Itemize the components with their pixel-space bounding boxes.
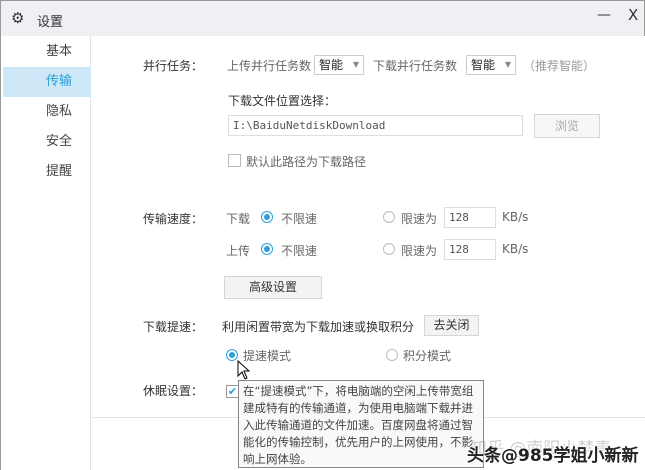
title-bar: ⚙ 设置 — X xyxy=(0,0,645,36)
upload-speed-label: 上传 xyxy=(226,244,251,258)
sidebar-item-privacy[interactable]: 隐私 xyxy=(3,97,91,127)
location-label: 下载文件位置选择： xyxy=(228,94,337,108)
download-limit-input[interactable]: 128 xyxy=(444,207,496,228)
default-path-checkbox[interactable] xyxy=(228,154,241,167)
speed-label: 传输速度： xyxy=(143,212,204,226)
boost-description: 利用闲置带宽为下载加速或换取积分 xyxy=(222,320,415,334)
sidebar-item-security[interactable]: 安全 xyxy=(3,127,91,157)
sidebar-item-reminder[interactable]: 提醒 xyxy=(3,157,91,187)
parallel-label: 并行任务： xyxy=(143,59,204,73)
close-boost-button[interactable]: 去关闭 xyxy=(424,315,479,336)
upload-parallel-label: 上传并行任务数 xyxy=(227,59,312,73)
minimize-button[interactable]: — xyxy=(597,7,611,23)
download-unlimited-label: 不限速 xyxy=(281,212,318,226)
watermark-toutiao: 头条@985学姐小新新 xyxy=(467,446,639,466)
download-parallel-value: 智能 xyxy=(471,58,496,72)
advanced-settings-button[interactable]: 高级设置 xyxy=(224,276,322,299)
points-mode-radio[interactable] xyxy=(386,349,398,361)
download-parallel-select[interactable]: 智能 ▼ xyxy=(466,55,516,75)
window-title: 设置 xyxy=(37,15,64,30)
close-button[interactable]: X xyxy=(628,6,638,24)
boost-label: 下载提速： xyxy=(143,320,204,334)
upload-parallel-value: 智能 xyxy=(319,58,344,72)
points-mode-label: 积分模式 xyxy=(403,349,452,363)
upload-unlimited-label: 不限速 xyxy=(281,244,318,258)
sidebar-item-transfer[interactable]: 传输 xyxy=(3,67,91,97)
sidebar-item-basic[interactable]: 基本 xyxy=(3,37,91,67)
upload-unit: KB/s xyxy=(502,242,529,256)
cursor-icon xyxy=(237,360,251,380)
download-path-input[interactable]: I:\BaiduNetdiskDownload xyxy=(228,115,523,136)
chevron-down-icon: ▼ xyxy=(504,60,511,69)
download-parallel-label: 下载并行任务数 xyxy=(373,59,458,73)
tooltip: 在“提速模式”下，将电脑端的空闲上传带宽组建成特有的传输通道，为使用电脑端下载并… xyxy=(238,380,484,468)
download-limit-radio[interactable] xyxy=(383,211,395,223)
download-unit: KB/s xyxy=(502,210,529,224)
sidebar: 基本 传输 隐私 安全 提醒 xyxy=(0,36,91,470)
browse-button[interactable]: 浏览 xyxy=(534,114,600,138)
gear-icon: ⚙ xyxy=(11,9,25,27)
sleep-label: 休眠设置： xyxy=(143,384,204,398)
download-speed-label: 下载 xyxy=(226,212,251,226)
upload-limit-radio[interactable] xyxy=(383,243,395,255)
parallel-hint: （推荐智能） xyxy=(523,59,596,73)
download-limit-label: 限速为 xyxy=(401,212,438,226)
upload-parallel-select[interactable]: 智能 ▼ xyxy=(314,55,364,75)
download-unlimited-radio[interactable] xyxy=(261,211,273,223)
upload-unlimited-radio[interactable] xyxy=(261,243,273,255)
upload-limit-input[interactable]: 128 xyxy=(444,239,496,260)
chevron-down-icon: ▼ xyxy=(352,60,359,69)
default-path-label: 默认此路径为下载路径 xyxy=(246,155,367,169)
upload-limit-label: 限速为 xyxy=(401,244,438,258)
